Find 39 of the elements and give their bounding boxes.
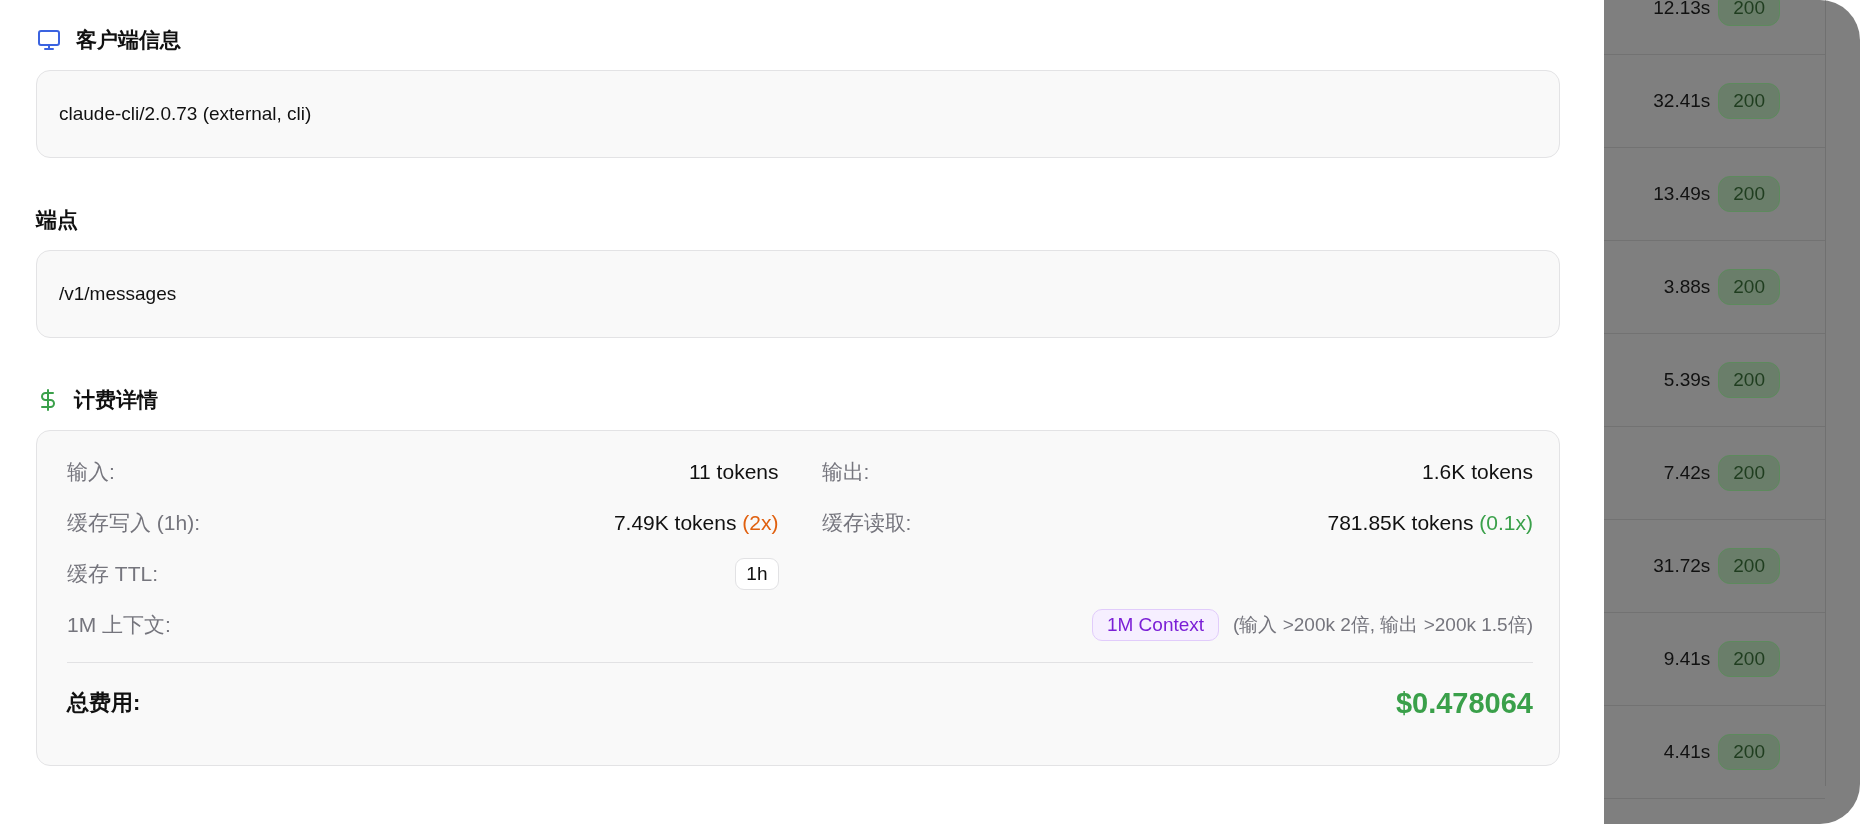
field-value: 781.85K tokens (0.1x) [1327,511,1533,535]
endpoint-field: /v1/messages [36,250,1560,338]
field-label: 缓存 TTL: [67,561,158,587]
status-badge: 200 [1718,176,1780,212]
ttl-badge: 1h [735,558,779,590]
field-label: 输入: [67,459,115,485]
status-badge: 200 [1718,455,1780,491]
status-badge: 200 [1718,269,1780,305]
field-value: 1.6K tokens [1422,460,1533,484]
field-label: 缓存读取: [821,510,912,536]
duration-text: 4.41s [1663,741,1711,763]
duration-text: 5.39s [1663,369,1711,391]
context-badge: 1M Context [1091,609,1220,641]
field-label: 输出: [821,459,870,485]
total-cost: $0.478064 [1395,686,1533,720]
status-badge: 200 [1718,548,1780,584]
field-value: 7.49K tokens (2x) [613,511,779,535]
status-badge: 200 [1718,83,1780,119]
field-value: 11 tokens [689,460,779,484]
status-badge: 200 [1718,362,1780,398]
status-badge: 200 [1718,641,1780,677]
pricing-note: (输入 >200k 2倍, 输出 >200k 1.5倍) [1233,613,1533,637]
field-label: 缓存写入 (1h): [67,510,200,536]
section-title: 客户端信息 [76,27,181,53]
monitor-icon [36,28,62,52]
field-label: 1M 上下文: [67,612,171,638]
duration-text: 12.13s [1653,0,1711,19]
duration-text: 9.41s [1663,648,1711,670]
duration-text: 13.49s [1653,183,1711,205]
duration-text: 3.88s [1663,276,1711,298]
status-badge: 200 [1718,734,1780,770]
client-info-field: claude-cli/2.0.73 (external, cli) [36,70,1560,158]
section-title: 计费详情 [74,387,158,413]
duration-text: 32.41s [1653,90,1711,112]
section-title: 端点 [36,207,78,233]
status-badge: 200 [1718,0,1780,26]
duration-text: 31.72s [1653,555,1711,577]
duration-text: 7.42s [1663,462,1711,484]
total-label: 总费用: [67,689,141,717]
